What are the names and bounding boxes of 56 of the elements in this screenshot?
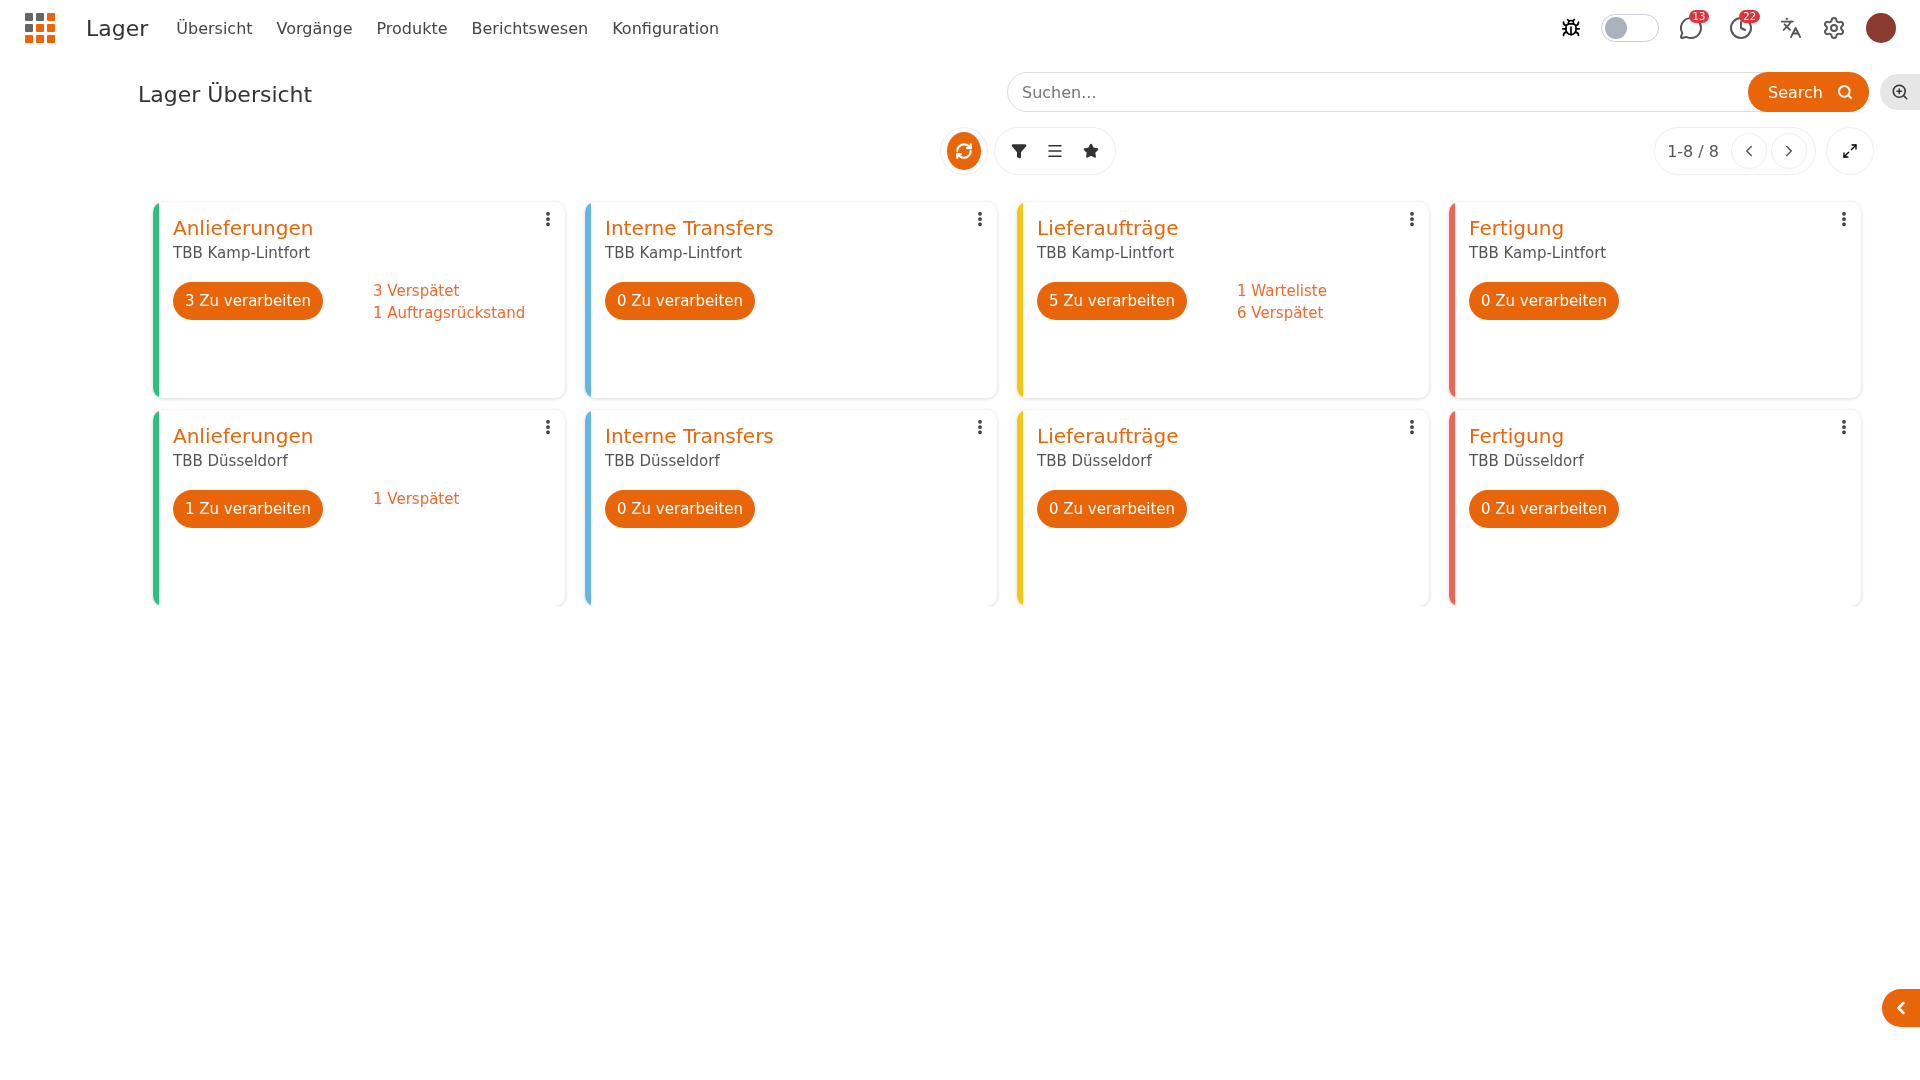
- card-title[interactable]: Lieferaufträge: [1037, 216, 1417, 240]
- side-panel-button[interactable]: [1882, 989, 1920, 1027]
- card-title[interactable]: Fertigung: [1469, 216, 1849, 240]
- process-button[interactable]: 0 Zu verarbeiten: [1469, 282, 1620, 320]
- process-button[interactable]: 0 Zu verarbeiten: [605, 490, 756, 528]
- user-avatar[interactable]: [1866, 13, 1896, 43]
- warehouse-name: TBB Düsseldorf: [1469, 452, 1585, 470]
- status-link[interactable]: 6 Verspätet: [1237, 304, 1327, 322]
- menu-item[interactable]: Produkte: [376, 18, 448, 38]
- message-count: 13: [1688, 9, 1710, 23]
- apps-grid-icon[interactable]: [24, 12, 56, 44]
- bug-icon[interactable]: [1560, 18, 1581, 38]
- debug-toggle[interactable]: [1600, 14, 1659, 42]
- status-link[interactable]: 3 Verspätet: [373, 282, 526, 300]
- card-title[interactable]: Anlieferungen: [173, 424, 553, 448]
- menu-item[interactable]: Übersicht: [176, 18, 253, 38]
- pager-range: 1-8 / 8: [1666, 141, 1720, 161]
- filter-icon: [1011, 143, 1027, 159]
- warehouse-name: TBB Düsseldorf: [1037, 452, 1153, 470]
- process-button[interactable]: 1 Zu verarbeiten: [173, 490, 324, 528]
- settings-icon[interactable]: [1822, 16, 1846, 40]
- card-title[interactable]: Anlieferungen: [173, 216, 553, 240]
- status-link[interactable]: 1 Warteliste: [1237, 282, 1327, 300]
- warehouse-name: TBB Kamp-Lintfort: [173, 244, 312, 262]
- card-title[interactable]: Interne Transfers: [605, 424, 985, 448]
- activity-count: 22: [1739, 9, 1760, 23]
- process-button[interactable]: 0 Zu verarbeiten: [1037, 490, 1188, 528]
- zoom-in-icon[interactable]: [1880, 74, 1920, 110]
- translate-icon[interactable]: [1780, 17, 1802, 39]
- page-title: Lager Übersicht: [138, 81, 314, 107]
- warehouse-name: TBB Düsseldorf: [605, 452, 721, 470]
- list-icon: [1046, 142, 1064, 160]
- process-button[interactable]: 3 Zu verarbeiten: [173, 282, 324, 320]
- search-button[interactable]: Search: [1748, 72, 1869, 112]
- refresh-icon: [955, 142, 973, 160]
- status-link[interactable]: 1 Verspätet: [373, 490, 460, 508]
- status-link[interactable]: 1 Auftragsrückstand: [373, 304, 526, 322]
- menu-item[interactable]: Konfiguration: [612, 18, 720, 38]
- process-button[interactable]: 0 Zu verarbeiten: [605, 282, 756, 320]
- star-icon: [1083, 143, 1099, 159]
- app-title: Lager: [86, 15, 149, 41]
- menu-item[interactable]: Berichtswesen: [471, 18, 589, 38]
- expand-button[interactable]: [1826, 127, 1874, 175]
- process-button[interactable]: 0 Zu verarbeiten: [1469, 490, 1620, 528]
- warehouse-name: TBB Kamp-Lintfort: [605, 244, 744, 262]
- warehouse-name: TBB Kamp-Lintfort: [1037, 244, 1176, 262]
- search-icon: [1837, 84, 1853, 100]
- card-title[interactable]: Interne Transfers: [605, 216, 985, 240]
- menu-item[interactable]: Vorgänge: [276, 18, 353, 38]
- card-title[interactable]: Lieferaufträge: [1037, 424, 1417, 448]
- process-button[interactable]: 5 Zu verarbeiten: [1037, 282, 1188, 320]
- warehouse-name: TBB Düsseldorf: [173, 452, 289, 470]
- refresh-button[interactable]: [940, 127, 988, 175]
- warehouse-name: TBB Kamp-Lintfort: [1469, 244, 1608, 262]
- expand-icon: [1842, 143, 1858, 159]
- card-title[interactable]: Fertigung: [1469, 424, 1849, 448]
